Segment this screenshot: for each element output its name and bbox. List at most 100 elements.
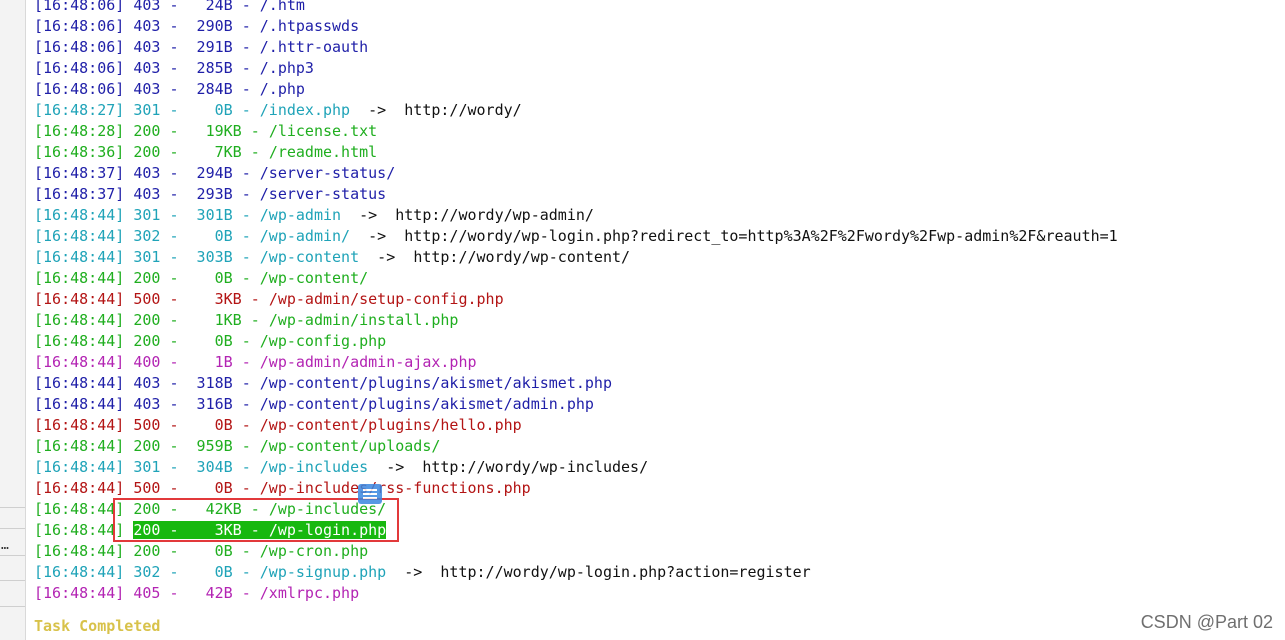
redirect-target: http://wordy/wp-admin/: [395, 206, 594, 224]
response-size: 316B: [187, 395, 233, 413]
log-line: [16:48:37] 403 - 294B - /server-status/: [34, 163, 1274, 184]
request-path: /wp-includes: [259, 458, 369, 476]
request-path: /wp-content/uploads/: [259, 437, 441, 455]
response-size: 0B: [187, 563, 233, 581]
log-timestamp: [16:48:06]: [34, 17, 125, 35]
log-entry: 302 - 0B - /wp-admin/: [133, 227, 351, 245]
log-timestamp: [16:48:44]: [34, 563, 125, 581]
log-line: [16:48:28] 200 - 19KB - /license.txt: [34, 121, 1274, 142]
status-code: 403: [133, 374, 161, 392]
response-size: 290B: [187, 17, 233, 35]
status-code: 403: [133, 395, 161, 413]
response-size: 3KB: [187, 290, 242, 308]
status-code: 400: [133, 353, 161, 371]
log-line: [16:48:44] 301 - 301B - /wp-admin -> htt…: [34, 205, 1274, 226]
log-timestamp: [16:48:44]: [34, 206, 125, 224]
log-line: [16:48:06] 403 - 284B - /.php: [34, 79, 1274, 100]
status-code: 500: [133, 416, 161, 434]
log-entry: 500 - 0B - /wp-content/plugins/hello.php: [133, 416, 522, 434]
log-line: [16:48:27] 301 - 0B - /index.php -> http…: [34, 100, 1274, 121]
request-path: /wp-includes/rss-functions.php: [259, 479, 531, 497]
log-entry: 403 - 24B - /.htm: [133, 0, 305, 14]
log-line: [16:48:44] 500 - 3KB - /wp-admin/setup-c…: [34, 289, 1274, 310]
status-code: 302: [133, 227, 161, 245]
request-path: /wp-cron.php: [259, 542, 369, 560]
response-size: 0B: [187, 479, 233, 497]
log-entry: 200 - 0B - /wp-config.php: [133, 332, 387, 350]
log-line: [16:48:06] 403 - 291B - /.httr-oauth: [34, 37, 1274, 58]
status-code: 200: [133, 269, 161, 287]
log-timestamp: [16:48:44]: [34, 584, 125, 602]
status-code: 200: [133, 122, 161, 140]
log-entry: 403 - 318B - /wp-content/plugins/akismet…: [133, 374, 612, 392]
log-timestamp: [16:48:37]: [34, 185, 125, 203]
status-code: 500: [133, 479, 161, 497]
log-line: [16:48:06] 403 - 290B - /.htpasswds: [34, 16, 1274, 37]
response-size: 19KB: [187, 122, 242, 140]
request-path: /wp-admin/setup-config.php: [268, 290, 504, 308]
status-code: 200: [133, 143, 161, 161]
log-timestamp: [16:48:44]: [34, 353, 125, 371]
response-size: 42B: [187, 584, 233, 602]
log-line: [16:48:44] 301 - 303B - /wp-content -> h…: [34, 247, 1274, 268]
request-path: /wp-content/plugins/akismet/akismet.php: [259, 374, 612, 392]
response-size: 1KB: [187, 311, 242, 329]
ellipsis-icon[interactable]: …: [1, 538, 9, 553]
log-timestamp: [16:48:06]: [34, 38, 125, 56]
response-size: 0B: [187, 542, 233, 560]
response-size: 294B: [187, 164, 233, 182]
status-code: 403: [133, 164, 161, 182]
request-path: /readme.html: [268, 143, 378, 161]
log-timestamp: [16:48:44]: [34, 542, 125, 560]
response-size: 291B: [187, 38, 233, 56]
log-line: [16:48:44] 200 - 1KB - /wp-admin/install…: [34, 310, 1274, 331]
log-timestamp: [16:48:44]: [34, 416, 125, 434]
log-line: [16:48:44] 403 - 316B - /wp-content/plug…: [34, 394, 1274, 415]
status-code: 200: [133, 437, 161, 455]
log-entry: 200 - 7KB - /readme.html: [133, 143, 378, 161]
log-line: [16:48:44] 200 - 959B - /wp-content/uplo…: [34, 436, 1274, 457]
response-size: 284B: [187, 80, 233, 98]
log-line: [16:48:44] 200 - 0B - /wp-content/: [34, 268, 1274, 289]
request-path: /wp-content: [259, 248, 360, 266]
log-entry: 200 - 0B - /wp-cron.php: [133, 542, 369, 560]
request-path: /.htpasswds: [259, 17, 360, 35]
response-size: 0B: [187, 332, 233, 350]
log-line: [16:48:44] 405 - 42B - /xmlrpc.php: [34, 583, 1274, 604]
response-size: 0B: [187, 101, 233, 119]
log-entry: 405 - 42B - /xmlrpc.php: [133, 584, 360, 602]
log-line: [16:48:44] 200 - 0B - /wp-cron.php: [34, 541, 1274, 562]
response-size: 285B: [187, 59, 233, 77]
status-code: 403: [133, 17, 161, 35]
request-path: /wp-content/: [259, 269, 369, 287]
log-entry: 403 - 290B - /.htpasswds: [133, 17, 360, 35]
log-timestamp: [16:48:44]: [34, 458, 125, 476]
status-code: 301: [133, 458, 161, 476]
log-entry: 200 - 959B - /wp-content/uploads/: [133, 437, 441, 455]
status-code: 403: [133, 80, 161, 98]
log-entry: 200 - 0B - /wp-content/: [133, 269, 369, 287]
log-timestamp: [16:48:27]: [34, 101, 125, 119]
log-timestamp: [16:48:44]: [34, 311, 125, 329]
status-code: 403: [133, 59, 161, 77]
request-path: /wp-admin: [259, 206, 342, 224]
left-panel-divider: [0, 528, 25, 529]
watermark: CSDN @Part 02: [1140, 612, 1273, 632]
response-size: 24B: [187, 0, 233, 14]
response-size: 7KB: [187, 143, 242, 161]
log-entry: 403 - 294B - /server-status/: [133, 164, 396, 182]
log-entry: 200 - 19KB - /license.txt: [133, 122, 378, 140]
response-size: 303B: [187, 248, 233, 266]
redirect-target: http://wordy/wp-content/: [413, 248, 631, 266]
redirect-arrow: ->: [386, 563, 441, 581]
status-code: 302: [133, 563, 161, 581]
redirect-target: http://wordy/wp-includes/: [422, 458, 649, 476]
response-size: 0B: [187, 269, 233, 287]
log-timestamp: [16:48:44]: [34, 227, 125, 245]
log-entry: 403 - 285B - /.php3: [133, 59, 314, 77]
status-code: 301: [133, 101, 161, 119]
log-entry: 301 - 0B - /index.php: [133, 101, 351, 119]
log-timestamp: [16:48:06]: [34, 80, 125, 98]
log-line: [16:48:06] 403 - 285B - /.php3: [34, 58, 1274, 79]
list-lines-icon[interactable]: [358, 484, 382, 504]
